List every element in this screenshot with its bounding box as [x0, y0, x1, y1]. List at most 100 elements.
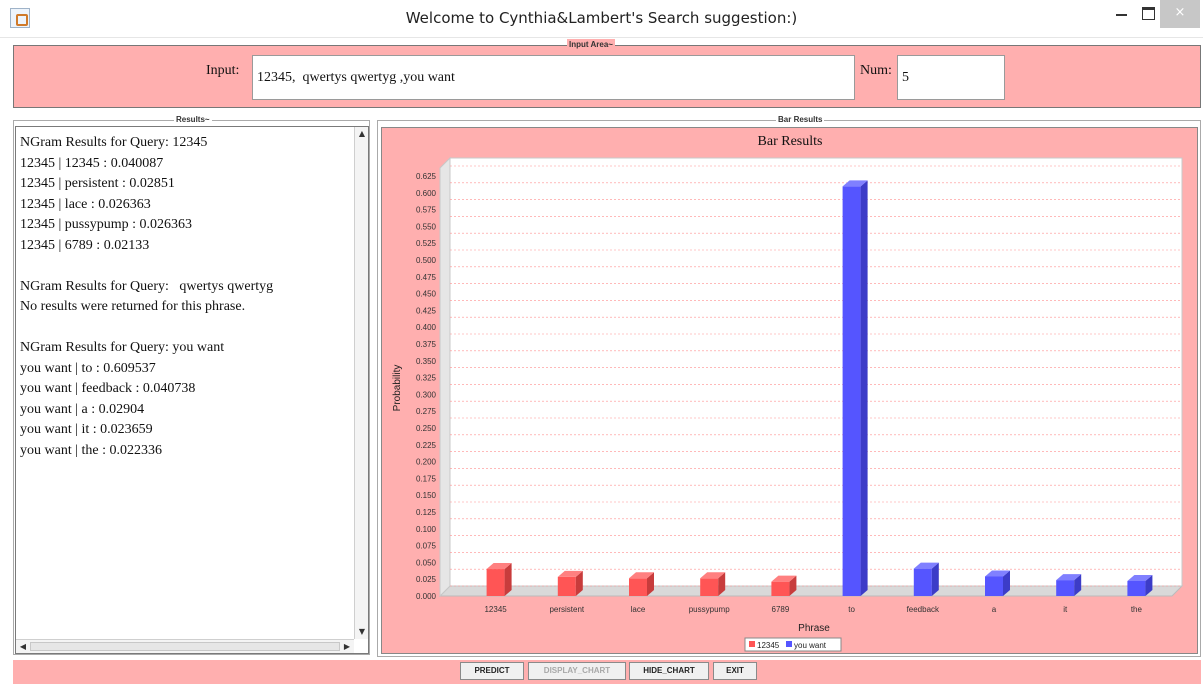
x-tick-label: a: [992, 605, 997, 614]
chart-side-wall: [439, 156, 451, 598]
result-line: [20, 318, 350, 339]
result-line: you want | it : 0.023659: [20, 422, 153, 437]
y-tick-label: 0.225: [416, 441, 437, 450]
exit-button[interactable]: EXIT: [713, 662, 757, 680]
legend-label: 12345: [757, 641, 780, 650]
scroll-right-icon[interactable]: ▶: [341, 641, 353, 653]
result-line: 12345 | 6789 : 0.02133: [20, 237, 150, 253]
legend-swatch: [749, 641, 755, 647]
y-tick-label: 0.525: [416, 239, 437, 248]
result-line: NGram Results for Query: you want: [20, 340, 225, 355]
bar-side: [860, 180, 868, 596]
y-tick-label: 0.250: [416, 424, 437, 433]
chart-area: 0.000 0.025 0.050 0.075 0.100 0.125 0.150 0.175…: [381, 127, 1198, 654]
result-line: 12345 | persistent : 0.02851: [20, 176, 175, 191]
bar-results-panel: Bar Results 0.000 0.025 0.050 0.075 0.100 0.1…: [377, 114, 1201, 657]
x-tick-label: 12345: [484, 605, 507, 614]
y-tick-label: 0.350: [416, 357, 437, 366]
x-tick-label: lace: [631, 605, 646, 614]
minimize-icon[interactable]: [1110, 0, 1134, 28]
display-chart-button[interactable]: DISPLAY_CHART: [528, 662, 626, 680]
close-icon[interactable]: ×: [1160, 0, 1200, 28]
bar: [842, 186, 861, 596]
bar-results-group-title: Bar Results: [776, 114, 825, 126]
y-tick-label: 0.075: [416, 542, 437, 551]
scroll-down-icon[interactable]: ▼: [357, 627, 367, 637]
result-line: you want | the : 0.022336: [20, 442, 163, 458]
x-axis-label: Phrase: [798, 623, 830, 634]
bar: [985, 576, 1003, 596]
result-line: 12345 | pussypump : 0.026363: [20, 217, 192, 232]
y-tick-label: 0.425: [416, 306, 437, 315]
bar: [557, 576, 576, 596]
chart-title: Bar Results: [758, 134, 823, 149]
y-tick-label: 0.300: [416, 390, 437, 399]
result-line: you want | a : 0.02904: [20, 401, 145, 417]
scroll-up-icon[interactable]: ▲: [357, 129, 367, 139]
y-tick-label: 0.450: [416, 290, 437, 299]
y-tick-label: 0.000: [416, 592, 437, 601]
input-area-title: Input Area~: [567, 39, 615, 51]
legend-swatch: [786, 641, 792, 647]
y-tick-label: 0.175: [416, 474, 437, 483]
y-tick-label: 0.200: [416, 458, 437, 467]
result-line: No results were returned for this phrase…: [20, 299, 246, 314]
input-area-panel: Input Area~ Input: Num:: [13, 39, 1201, 108]
y-tick-label: 0.400: [416, 323, 437, 332]
y-tick-label: 0.600: [416, 189, 437, 198]
query-input[interactable]: [252, 55, 855, 100]
x-tick-label: pussypump: [689, 605, 730, 614]
y-tick-label: 0.050: [416, 558, 437, 567]
y-tick-label: 0.375: [416, 340, 437, 349]
results-panel: Results~ NGram Results for Query: 12345 1…: [13, 114, 370, 655]
y-tick-label: 0.325: [416, 374, 437, 383]
x-tick-label: feedback: [907, 605, 940, 614]
legend-label: you want: [794, 641, 827, 650]
bar: [629, 578, 647, 596]
x-tick-label: to: [848, 605, 855, 614]
bar: [700, 578, 719, 596]
title-bar: Welcome to Cynthia&Lambert's Search sugg…: [0, 0, 1203, 38]
results-title: Results~: [174, 114, 212, 126]
y-tick-label: 0.150: [416, 491, 437, 500]
horizontal-scroll-thumb[interactable]: [30, 642, 340, 651]
button-bar: PREDICT DISPLAY_CHART HIDE_CHART EXIT: [13, 660, 1201, 684]
x-tick-label: the: [1131, 605, 1143, 614]
result-line: 12345 | 12345 : 0.040087: [20, 155, 164, 171]
bar: [771, 581, 790, 596]
input-label: Input:: [206, 63, 240, 78]
maximize-icon[interactable]: [1136, 0, 1160, 28]
result-line: 12345 | lace : 0.026363: [20, 196, 151, 212]
y-tick-label: 0.625: [416, 172, 437, 181]
result-line: NGram Results for Query: qwertys qwertyg: [20, 278, 274, 294]
results-text-area[interactable]: NGram Results for Query: 12345 12345 | 12…: [15, 126, 369, 654]
y-tick-label: 0.275: [416, 407, 437, 416]
bar-chart: 0.000 0.025 0.050 0.075 0.100 0.125 0.150 0.175…: [392, 134, 1184, 652]
hide-chart-button[interactable]: HIDE_CHART: [629, 662, 709, 680]
bar: [486, 569, 505, 596]
x-tick-label: 6789: [772, 605, 790, 614]
window-title: Welcome to Cynthia&Lambert's Search sugg…: [405, 9, 798, 27]
y-tick-label: 0.500: [416, 256, 437, 265]
y-axis-label: Probability: [392, 365, 403, 412]
result-line: you want | feedback : 0.040738: [20, 381, 196, 396]
y-tick-label: 0.025: [416, 575, 437, 584]
chart-plot-background: [449, 157, 1183, 587]
scroll-left-icon[interactable]: ◀: [17, 641, 29, 653]
bar: [1056, 580, 1075, 596]
result-line: you want | to : 0.609537: [20, 360, 156, 376]
predict-button[interactable]: PREDICT: [460, 662, 524, 680]
y-tick-label: 0.575: [416, 206, 437, 215]
num-input[interactable]: [897, 55, 1005, 100]
result-line: [20, 256, 350, 277]
y-tick-label: 0.550: [416, 222, 437, 231]
y-tick-label: 0.100: [416, 525, 437, 534]
result-line: NGram Results for Query: 12345: [20, 135, 208, 150]
bar: [913, 568, 932, 596]
y-tick-label: 0.475: [416, 273, 437, 282]
bar: [1127, 580, 1146, 596]
horizontal-scrollbar[interactable]: ◀ ▶: [16, 639, 354, 653]
x-tick-label: persistent: [549, 605, 584, 614]
y-tick-label: 0.125: [416, 508, 437, 517]
vertical-scrollbar[interactable]: ▲ ▼: [354, 127, 368, 639]
